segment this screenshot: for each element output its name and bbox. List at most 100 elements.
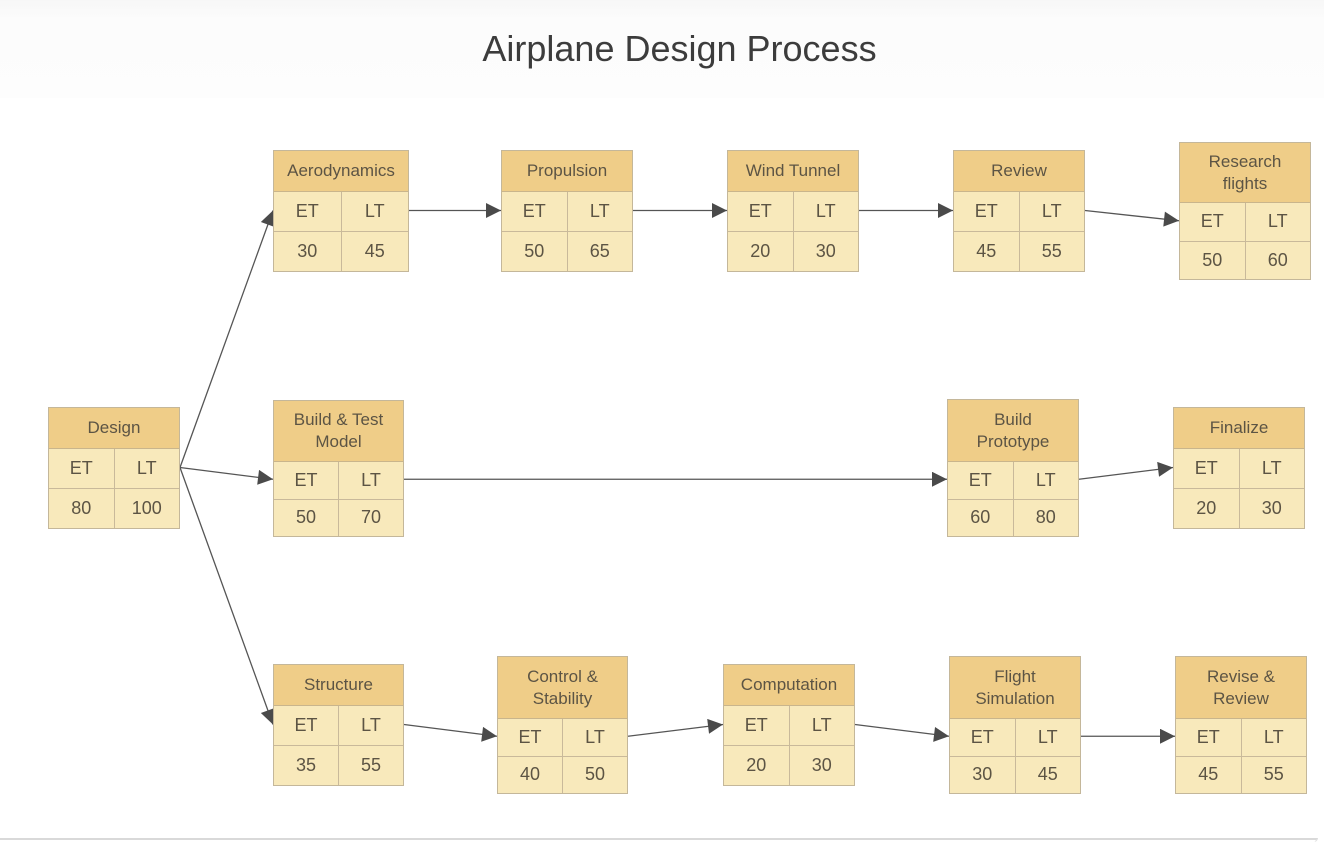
lt-value: 45 — [1014, 756, 1081, 793]
node-control-stability[interactable]: Control & Stability ET LT 40 50 — [497, 656, 628, 794]
lt-value: 55 — [1240, 756, 1307, 793]
node-label: Review — [954, 151, 1084, 192]
node-flight-simulation[interactable]: Flight Simulation ET LT 30 45 — [949, 656, 1081, 794]
et-value: 20 — [1196, 498, 1217, 518]
node-build-prototype[interactable]: Build Prototype ET LT 60 80 — [947, 399, 1079, 537]
lt-label: LT — [566, 192, 633, 231]
et-value: 30 — [972, 764, 993, 785]
lt-label: LT — [338, 706, 403, 745]
node-label: Wind Tunnel — [728, 151, 858, 192]
node-label: Build Prototype — [948, 400, 1078, 462]
et-label: ET — [1200, 211, 1224, 232]
value-row: 20 30 — [728, 231, 858, 271]
et-label: ET — [295, 201, 319, 221]
lt-value: 45 — [340, 232, 409, 271]
et-label: ET — [518, 726, 542, 747]
edge-computation-to-flight-simulation — [854, 723, 950, 742]
lt-value: 30 — [1238, 489, 1305, 528]
column-header-row: ET LT — [948, 462, 1078, 499]
value-row: 40 50 — [498, 755, 627, 793]
lt-value: 55 — [338, 746, 403, 785]
lt-value: 80 — [1012, 499, 1079, 536]
value-row: 45 55 — [1176, 755, 1307, 793]
frame-border — [0, 838, 1318, 842]
node-structure[interactable]: Structure ET LT 35 55 — [273, 664, 404, 786]
column-header-row: ET LT — [1174, 449, 1304, 488]
lt-label: LT — [1012, 462, 1079, 499]
et-label: ET — [69, 458, 93, 478]
value-row: 80 100 — [49, 488, 179, 528]
value-row: 50 60 — [1180, 240, 1310, 279]
edge-control-stability-to-computation — [627, 718, 724, 737]
lt-label: LT — [340, 192, 409, 231]
lt-label: LT — [1238, 449, 1305, 488]
column-header-row: ET LT — [950, 719, 1080, 756]
lt-value: 70 — [338, 499, 403, 536]
lt-label: LT — [562, 719, 627, 756]
lt-label: LT — [792, 192, 859, 231]
et-value: 20 — [746, 755, 767, 775]
edges-layer — [179, 203, 1180, 744]
lt-value: 55 — [1018, 232, 1085, 271]
node-review[interactable]: Review ET LT 45 55 — [953, 150, 1085, 272]
column-header-row: ET LT — [724, 706, 854, 745]
lt-value: 30 — [788, 746, 855, 785]
node-research-flights[interactable]: Research flights ET LT 50 60 — [1179, 142, 1311, 280]
et-label: ET — [744, 715, 768, 735]
lt-label: LT — [113, 449, 180, 488]
lt-value: 50 — [562, 756, 627, 793]
column-header-row: ET LT — [49, 449, 179, 488]
column-header-row: ET LT — [954, 192, 1084, 231]
column-header-row: ET LT — [498, 719, 627, 756]
et-value: 35 — [295, 755, 317, 775]
lt-value: 65 — [566, 232, 633, 271]
et-label: ET — [748, 201, 772, 221]
lt-label: LT — [1018, 192, 1085, 231]
et-value: 20 — [750, 241, 771, 261]
et-value: 50 — [295, 507, 317, 528]
edge-design-to-aerodynamics — [179, 210, 275, 468]
node-label: Propulsion — [502, 151, 632, 192]
lt-label: LT — [1014, 719, 1081, 756]
column-header-row: ET LT — [274, 192, 408, 231]
node-computation[interactable]: Computation ET LT 20 30 — [723, 664, 855, 786]
et-value: 60 — [970, 507, 991, 528]
node-label: Flight Simulation — [950, 657, 1080, 719]
et-value: 45 — [976, 241, 997, 261]
value-row: 60 80 — [948, 498, 1079, 536]
lt-label: LT — [338, 462, 403, 499]
lt-value: 30 — [792, 232, 859, 271]
value-row: 35 55 — [274, 745, 403, 785]
node-label: Revise & Review — [1176, 657, 1306, 719]
node-propulsion[interactable]: Propulsion ET LT 50 65 — [501, 150, 633, 272]
column-header-row: ET LT — [274, 706, 403, 745]
node-aerodynamics[interactable]: Aerodynamics ET LT 30 45 — [273, 150, 409, 272]
edge-design-to-structure — [179, 467, 275, 725]
edge-structure-to-control-stability — [403, 723, 498, 742]
column-header-row: ET LT — [502, 192, 632, 231]
node-wind-tunnel[interactable]: Wind Tunnel ET LT 20 30 — [727, 150, 859, 272]
edge-review-to-research-flights — [1084, 209, 1180, 227]
value-row: 30 45 — [950, 755, 1081, 793]
lt-label: LT — [788, 706, 855, 745]
et-label: ET — [522, 201, 546, 221]
et-label: ET — [974, 201, 998, 221]
et-label: ET — [1194, 458, 1218, 478]
node-build-test-model[interactable]: Build & Test Model ET LT 50 70 — [273, 400, 404, 537]
value-row: 50 65 — [502, 231, 632, 271]
node-label: Structure — [274, 665, 403, 706]
lt-label: LT — [1244, 203, 1311, 241]
et-value: 40 — [519, 764, 541, 785]
node-revise-review[interactable]: Revise & Review ET LT 45 55 — [1175, 656, 1307, 794]
et-value: 30 — [297, 241, 318, 261]
edge-build-prototype-to-finalize — [1078, 461, 1174, 480]
et-value: 45 — [1198, 764, 1219, 785]
edge-design-to-build-test-model — [179, 466, 274, 485]
value-row: 45 55 — [954, 231, 1084, 271]
et-label: ET — [294, 469, 318, 490]
et-label: ET — [1196, 726, 1220, 747]
node-finalize[interactable]: Finalize ET LT 20 30 — [1173, 407, 1305, 529]
node-label: Control & Stability — [498, 657, 627, 719]
et-label: ET — [294, 715, 318, 735]
node-design[interactable]: Design ET LT 80 100 — [48, 407, 180, 529]
